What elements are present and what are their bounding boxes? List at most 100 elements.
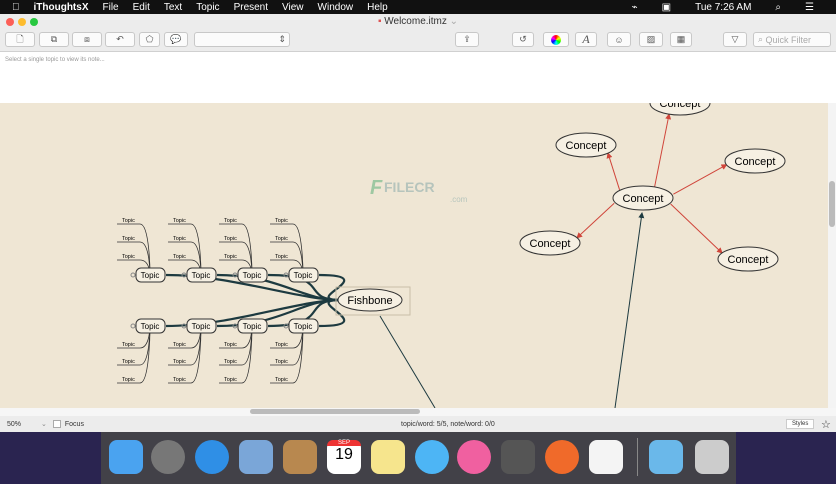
table-icon[interactable]: ▦ (670, 32, 692, 47)
quick-filter-placeholder: Quick Filter (766, 35, 812, 45)
sub-topic[interactable]: Topic (173, 377, 186, 383)
relationship-line[interactable] (615, 213, 642, 408)
add-sibling-button[interactable]: ⧈ (72, 32, 102, 47)
dock-ithoughtsx-icon[interactable] (545, 440, 579, 474)
sub-topic[interactable]: Topic (224, 254, 237, 260)
dock-itunes-icon[interactable] (457, 440, 491, 474)
dock-calendar-icon[interactable]: SEP19 (327, 440, 361, 474)
menu-present[interactable]: Present (234, 2, 268, 13)
notification-center-icon[interactable]: ☰ (805, 2, 814, 13)
sub-topic[interactable]: Topic (122, 359, 135, 365)
dock-textedit-icon[interactable] (589, 440, 623, 474)
concept-link[interactable] (673, 165, 726, 194)
sub-topic[interactable]: Topic (275, 236, 288, 242)
display-icon[interactable]: ▣ (662, 2, 671, 13)
zoom-chevron-icon[interactable]: ⌄ (41, 420, 47, 428)
image-icon[interactable]: ▨ (639, 32, 663, 47)
sub-topic[interactable]: Topic (275, 359, 288, 365)
mind-map-canvas[interactable]: Topic Topic Topic Topic Topic Topic Topic Topic… (0, 103, 828, 408)
relationship-button[interactable]: ↶ (105, 32, 135, 47)
fishbone-node[interactable]: Fishbone (336, 287, 410, 315)
close-button[interactable] (6, 18, 14, 26)
airplay-icon[interactable]: ⌁ (632, 2, 638, 13)
dock-contacts-icon[interactable] (283, 440, 317, 474)
dock-safari-icon[interactable] (195, 440, 229, 474)
history-icon[interactable]: ↺ (512, 32, 534, 47)
sub-topic[interactable]: Topic (173, 236, 186, 242)
dock-notes-icon[interactable] (371, 440, 405, 474)
sub-topic[interactable]: Topic (275, 254, 288, 260)
vertical-scrollbar[interactable] (828, 103, 836, 408)
filter-icon[interactable]: ▽ (723, 32, 747, 47)
sub-topic[interactable]: Topic (122, 377, 135, 383)
menu-window[interactable]: Window (318, 2, 354, 13)
sub-topic[interactable]: Topic (173, 359, 186, 365)
sub-topic[interactable]: Topic (224, 236, 237, 242)
svg-text:.com: .com (450, 195, 468, 204)
callout-button[interactable]: 💬 (164, 32, 188, 47)
sub-topic-line (117, 224, 150, 275)
menu-app[interactable]: iThoughtsX (34, 2, 89, 13)
zoom-button[interactable] (30, 18, 38, 26)
focus-checkbox[interactable] (53, 420, 61, 428)
sub-topic[interactable]: Topic (275, 218, 288, 224)
font-icon[interactable]: A (575, 32, 597, 47)
concept-link[interactable] (671, 204, 722, 253)
minimize-button[interactable] (18, 18, 26, 26)
styles-button[interactable]: Styles (786, 419, 814, 429)
sub-topic[interactable]: Topic (173, 342, 186, 348)
relationship-line[interactable] (380, 316, 435, 408)
sub-topic[interactable]: Topic (173, 218, 186, 224)
color-wheel-icon[interactable] (543, 32, 569, 47)
dock-system-preferences-icon[interactable] (501, 440, 535, 474)
quick-filter-input[interactable]: ⌕ Quick Filter (753, 32, 831, 47)
spotlight-icon[interactable]: ⌕ (775, 2, 781, 13)
add-child-button[interactable]: ⧉ (39, 32, 69, 47)
watermark: F FILECR .com (370, 177, 468, 204)
window-title[interactable]: Welcome.itmz (384, 16, 447, 27)
sub-topic[interactable]: Topic (275, 377, 288, 383)
sub-topic-line (270, 224, 303, 275)
menu-topic[interactable]: Topic (196, 2, 219, 13)
horizontal-scroll-thumb[interactable] (250, 409, 420, 414)
menu-file[interactable]: File (103, 2, 119, 13)
dock-trash-icon[interactable] (695, 440, 729, 474)
dock-mail-icon[interactable] (239, 440, 273, 474)
horizontal-scrollbar[interactable] (0, 408, 836, 416)
zoom-select[interactable]: 50% (7, 421, 21, 428)
style-select[interactable]: ⇕ (194, 32, 290, 47)
sub-topic[interactable]: Topic (122, 342, 135, 348)
sub-topic[interactable]: Topic (224, 359, 237, 365)
collapse-toggle[interactable] (131, 324, 135, 328)
menu-view[interactable]: View (282, 2, 304, 13)
sub-topic[interactable]: Topic (122, 218, 135, 224)
dock-launchpad-icon[interactable] (151, 440, 185, 474)
vertical-scroll-thumb[interactable] (829, 181, 835, 227)
sub-topic[interactable]: Topic (122, 254, 135, 260)
sub-topic[interactable]: Topic (224, 342, 237, 348)
apple-icon[interactable]:  (12, 2, 20, 13)
dock-finder-icon[interactable] (109, 440, 143, 474)
sub-topic[interactable]: Topic (275, 342, 288, 348)
concept-label: Concept (728, 254, 769, 266)
sub-topic[interactable]: Topic (224, 377, 237, 383)
clock[interactable]: Tue 7:26 AM (695, 2, 751, 13)
concept-label: Concept (660, 103, 701, 110)
sub-topic[interactable]: Topic (173, 254, 186, 260)
callout-shape-button[interactable]: ⬠ (139, 32, 160, 47)
star-icon[interactable]: ☆ (821, 418, 831, 431)
menu-text[interactable]: Text (164, 2, 182, 13)
menu-edit[interactable]: Edit (133, 2, 150, 13)
concept-link[interactable] (655, 114, 669, 187)
share-icon[interactable]: ⇪ (455, 32, 479, 47)
emoji-icon[interactable]: ☺ (607, 32, 631, 47)
concept-link[interactable] (577, 203, 614, 238)
new-topic-button[interactable]: 🗋 (5, 32, 35, 47)
dock-downloads-icon[interactable] (649, 440, 683, 474)
sub-topic[interactable]: Topic (122, 236, 135, 242)
collapse-toggle[interactable] (131, 273, 135, 277)
dock-messages-icon[interactable] (415, 440, 449, 474)
concept-link[interactable] (608, 153, 620, 190)
sub-topic[interactable]: Topic (224, 218, 237, 224)
menu-help[interactable]: Help (367, 2, 388, 13)
